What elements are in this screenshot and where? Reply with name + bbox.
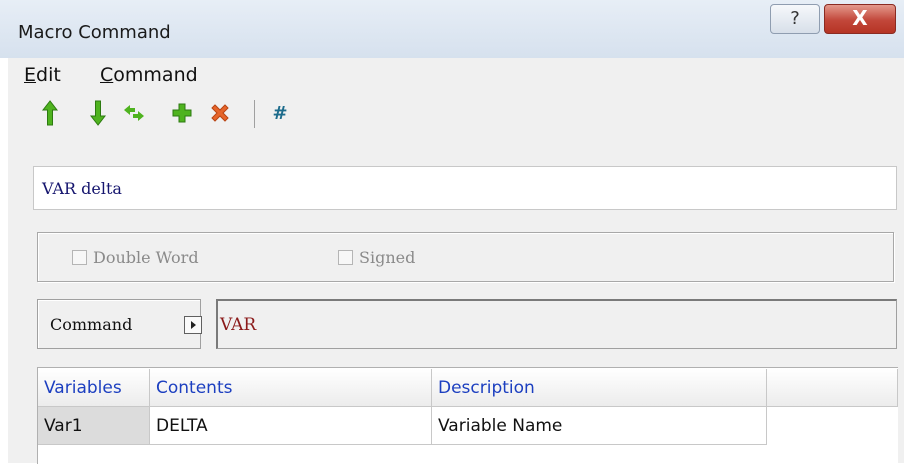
options-group: Double Word Signed: [37, 232, 894, 282]
toolbar-separator: [254, 100, 255, 128]
macro-line-editor[interactable]: VAR delta: [33, 166, 897, 210]
window-title: Macro Command: [18, 22, 171, 43]
plus-icon: [172, 103, 192, 123]
swap-arrows-icon: [124, 105, 144, 121]
header-filler: [767, 369, 898, 407]
menu-bar: Edit Command: [8, 58, 904, 90]
command-button-label: Command: [50, 315, 133, 334]
help-button[interactable]: ?: [770, 4, 820, 34]
title-bar: Macro Command ? X: [0, 0, 904, 58]
header-variables[interactable]: Variables: [38, 369, 150, 407]
play-right-icon: [190, 321, 196, 329]
row-contents[interactable]: DELTA: [150, 407, 432, 445]
variables-grid: Variables Contents Description Var1 DELT…: [37, 367, 898, 464]
menu-command-label: Command: [100, 64, 198, 86]
double-word-label: Double Word: [93, 248, 199, 267]
menu-command[interactable]: Command: [100, 64, 198, 86]
menu-edit-label: Edit: [24, 64, 61, 86]
header-description[interactable]: Description: [432, 369, 767, 407]
signed-checkbox[interactable]: Signed: [338, 248, 415, 267]
arrow-down-icon: [89, 100, 107, 126]
swap-button[interactable]: [120, 98, 148, 128]
double-word-checkbox[interactable]: Double Word: [72, 248, 199, 267]
add-button[interactable]: [168, 98, 196, 128]
header-contents[interactable]: Contents: [150, 369, 432, 407]
move-up-button[interactable]: [36, 98, 64, 128]
double-word-checkbox-box: [72, 250, 87, 265]
dialog-client: Edit Command # VAR delta Double Word Sig…: [8, 58, 904, 464]
hash-icon: #: [272, 102, 288, 124]
signed-label: Signed: [359, 248, 416, 267]
close-button[interactable]: X: [824, 4, 896, 34]
command-button[interactable]: Command: [37, 299, 202, 349]
row-variable-name[interactable]: Var1: [38, 407, 150, 445]
arrow-up-icon: [41, 100, 59, 126]
toolbar: #: [8, 94, 904, 134]
menu-edit[interactable]: Edit: [24, 64, 61, 86]
line-number-button[interactable]: #: [266, 98, 294, 128]
move-down-button[interactable]: [84, 98, 112, 128]
command-field[interactable]: VAR: [216, 299, 897, 349]
row-description[interactable]: Variable Name: [432, 407, 767, 445]
delete-button[interactable]: [206, 98, 234, 128]
command-expand-button[interactable]: [184, 316, 202, 334]
signed-checkbox-box: [338, 250, 353, 265]
delete-x-icon: [211, 104, 229, 122]
